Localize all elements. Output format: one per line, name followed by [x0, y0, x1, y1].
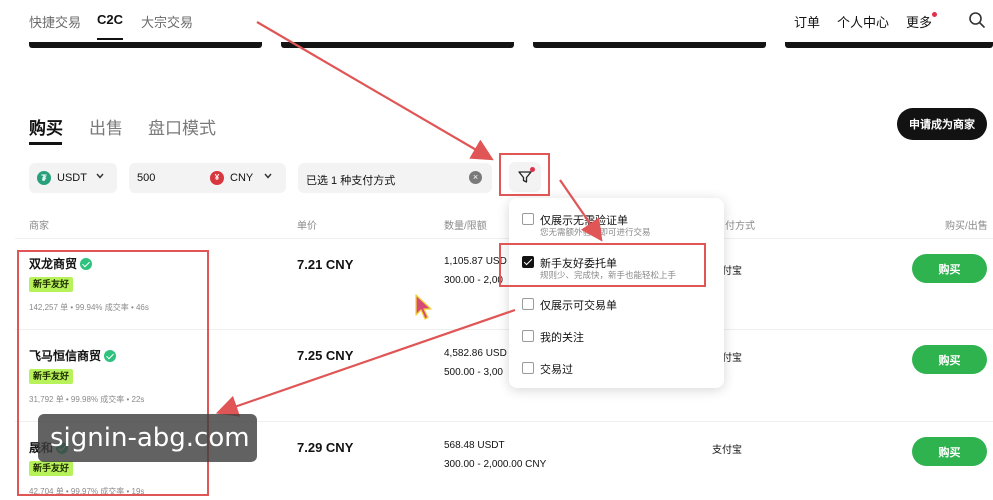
mouse-cursor-icon — [415, 294, 432, 320]
arrow-to-merchants — [215, 308, 516, 417]
watermark: signin-abg.com — [38, 414, 257, 462]
arrow-to-filter — [256, 21, 494, 161]
arrow-to-option — [559, 179, 603, 242]
